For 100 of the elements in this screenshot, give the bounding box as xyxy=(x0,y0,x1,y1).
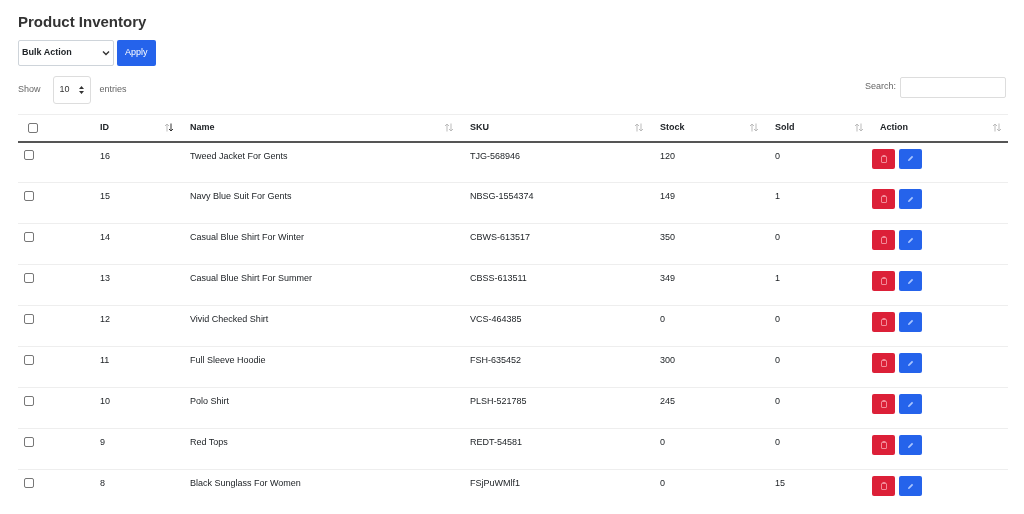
table-cell: NBSG-1554374 xyxy=(470,191,534,201)
edit-button[interactable] xyxy=(899,353,922,373)
entries-label: entries xyxy=(99,83,127,97)
trash-icon xyxy=(880,441,887,449)
table-cell: FSjPuWMlf1 xyxy=(470,478,520,488)
checkbox[interactable] xyxy=(24,272,34,283)
table-cell: REDT-54581 xyxy=(470,437,523,447)
table-cell: 0 xyxy=(660,478,665,488)
table-cell: 15 xyxy=(775,478,785,488)
edit-button[interactable] xyxy=(899,394,922,414)
table-cell: TJG-568946 xyxy=(470,150,521,161)
trash-icon xyxy=(880,359,887,367)
trash-icon xyxy=(880,236,887,244)
trash-icon xyxy=(880,400,887,408)
checkbox[interactable] xyxy=(24,436,34,447)
table-cell: 0 xyxy=(775,314,780,324)
edit-button[interactable] xyxy=(899,435,922,455)
table-cell: Vivid Checked Shirt xyxy=(190,314,269,324)
edit-button[interactable] xyxy=(899,312,922,332)
delete-button[interactable] xyxy=(872,230,895,250)
table-cell: 0 xyxy=(775,232,780,242)
table-cell: Polo Shirt xyxy=(190,396,230,406)
pencil-icon xyxy=(907,318,914,326)
trash-icon xyxy=(880,195,887,203)
table-cell: 0 xyxy=(775,355,780,365)
table-cell: 10 xyxy=(100,396,110,406)
table-cell: 0 xyxy=(775,150,780,161)
entries-value: 10 xyxy=(59,83,70,97)
pencil-icon xyxy=(907,195,914,203)
delete-button[interactable] xyxy=(872,353,895,373)
column-header[interactable]: Stock xyxy=(660,121,685,135)
table-cell: 300 xyxy=(660,355,676,365)
delete-button[interactable] xyxy=(872,189,895,209)
edit-button[interactable] xyxy=(899,189,922,209)
page-title: Product Inventory xyxy=(18,13,148,31)
table-cell: 13 xyxy=(100,273,110,283)
checkbox[interactable] xyxy=(28,122,38,133)
bulk-action-select[interactable]: Bulk Action xyxy=(18,40,114,66)
table-cell: Tweed Jacket For Gents xyxy=(190,150,288,161)
column-header[interactable]: Action xyxy=(880,121,908,135)
table-cell: 120 xyxy=(660,150,676,161)
trash-icon xyxy=(880,482,887,490)
checkbox[interactable] xyxy=(24,190,34,201)
delete-button[interactable] xyxy=(872,476,895,496)
table-cell: 245 xyxy=(660,396,676,406)
table-cell: 12 xyxy=(100,314,110,324)
table-cell: 9 xyxy=(100,437,105,447)
pencil-icon xyxy=(907,400,914,408)
checkbox[interactable] xyxy=(24,477,34,488)
column-header[interactable]: SKU xyxy=(470,121,489,135)
checkbox[interactable] xyxy=(24,150,34,161)
delete-button[interactable] xyxy=(872,148,895,169)
search-field[interactable] xyxy=(900,76,1006,98)
delete-button[interactable] xyxy=(872,312,895,332)
checkbox[interactable] xyxy=(24,395,34,406)
table-cell: CBSS-613511 xyxy=(470,273,527,283)
table-cell: 1 xyxy=(775,191,780,201)
table-cell: Navy Blue Suit For Gents xyxy=(190,191,292,201)
edit-button[interactable] xyxy=(899,271,922,291)
table-cell: 16 xyxy=(100,150,110,161)
trash-icon xyxy=(880,318,887,326)
table-cell: 0 xyxy=(660,437,665,447)
edit-button[interactable] xyxy=(899,230,922,250)
table-cell: VCS-464385 xyxy=(470,314,522,324)
table-cell: PLSH-521785 xyxy=(470,396,527,406)
table-cell: 0 xyxy=(775,437,780,447)
table-cell: 1 xyxy=(775,273,780,283)
table-cell: Red Tops xyxy=(190,437,228,447)
sort-icon[interactable] xyxy=(164,123,174,133)
table-cell: 149 xyxy=(660,191,676,201)
edit-button[interactable] xyxy=(899,476,922,496)
search-label: Search: xyxy=(864,80,896,94)
entries-select[interactable]: 10 xyxy=(52,76,91,104)
table-cell: 15 xyxy=(100,191,110,201)
table-cell: 0 xyxy=(775,396,780,406)
apply-button[interactable]: Apply xyxy=(117,40,156,66)
column-header[interactable]: ID xyxy=(100,121,109,135)
edit-button[interactable] xyxy=(899,148,922,169)
sort-updown-icon xyxy=(78,86,84,94)
trash-icon xyxy=(880,154,887,163)
chevron-down-icon xyxy=(102,50,110,56)
pencil-icon xyxy=(907,482,914,490)
table-cell: FSH-635452 xyxy=(470,355,522,365)
checkbox[interactable] xyxy=(24,313,34,324)
pencil-icon xyxy=(907,155,914,162)
delete-button[interactable] xyxy=(872,435,895,455)
table-cell: Full Sleeve Hoodie xyxy=(190,355,266,365)
table-cell: Casual Blue Shirt For Summer xyxy=(190,273,313,283)
checkbox[interactable] xyxy=(24,354,34,365)
table-cell: 14 xyxy=(100,232,110,242)
checkbox[interactable] xyxy=(24,231,34,242)
pencil-icon xyxy=(907,441,914,449)
column-header[interactable]: Name xyxy=(190,121,215,135)
table-cell: CBWS-613517 xyxy=(470,232,531,242)
bulk-action-value: Bulk Action xyxy=(22,46,72,60)
column-header[interactable]: Sold xyxy=(775,121,795,135)
delete-button[interactable] xyxy=(872,271,895,291)
table-cell: 349 xyxy=(660,273,676,283)
table-cell: 8 xyxy=(100,478,105,488)
delete-button[interactable] xyxy=(872,394,895,414)
